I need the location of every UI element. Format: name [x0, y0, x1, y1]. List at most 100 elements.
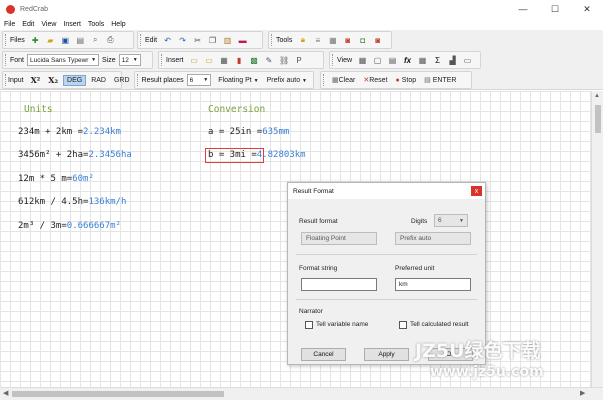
- result-value: 0.666667m²: [66, 221, 121, 231]
- menu-edit[interactable]: Edit: [22, 21, 34, 28]
- result-format-label: Result format: [299, 218, 338, 225]
- clear-button[interactable]: ▦Clear: [329, 75, 358, 85]
- vertical-scroll-thumb[interactable]: [595, 105, 601, 133]
- chevron-down-icon: ▼: [203, 77, 209, 83]
- units-line[interactable]: 612km / 4.5h=136km/h: [18, 197, 126, 207]
- insert-chart-icon[interactable]: ▮: [233, 54, 246, 67]
- print-preview-icon[interactable]: ▤: [74, 34, 87, 47]
- layout-view-icon[interactable]: ▤: [386, 54, 399, 67]
- preferred-unit-input[interactable]: km: [395, 278, 471, 291]
- units-line[interactable]: 12m * 5 m=60m²: [18, 174, 94, 184]
- insert-text-icon[interactable]: ▭: [188, 54, 201, 67]
- menu-file[interactable]: File: [4, 21, 15, 28]
- insert-toolbar: Insert ▭ ▭ ▦ ▮ ▩ ✎ ⛓ P: [158, 51, 324, 69]
- size-select[interactable]: 12 ▼: [118, 54, 141, 66]
- expression: 612km / 4.5h=: [18, 197, 89, 207]
- format-string-input[interactable]: [301, 278, 377, 291]
- prefix-auto-select[interactable]: Prefix auto: [395, 232, 471, 245]
- maximize-button[interactable]: ☐: [539, 0, 571, 18]
- deg-button[interactable]: DEG: [63, 74, 87, 86]
- format-string-label: Format string: [299, 265, 338, 272]
- stop-button[interactable]: ● Stop: [393, 76, 420, 85]
- format-tool-icon[interactable]: ◙: [371, 34, 384, 47]
- tell-variable-name-checkbox[interactable]: [305, 321, 313, 329]
- subscript-button[interactable]: X₂: [45, 74, 61, 86]
- insert-label: Insert: [166, 56, 184, 64]
- horizontal-scroll-thumb[interactable]: [12, 391, 224, 397]
- table-icon[interactable]: ▦: [326, 34, 339, 47]
- units-line[interactable]: 234m + 2km =2.234km: [18, 127, 121, 137]
- frame-view-icon[interactable]: ▢: [371, 54, 384, 67]
- digits-select[interactable]: 6 ▼: [434, 214, 468, 227]
- insert-table-icon[interactable]: ▦: [218, 54, 231, 67]
- prefix-auto-dropdown[interactable]: Prefix auto ▼: [264, 76, 310, 85]
- print-icon[interactable]: ⎙: [104, 34, 117, 47]
- menu-view[interactable]: View: [41, 21, 56, 28]
- watermark-url: www.jz5u.com: [430, 364, 544, 380]
- horizontal-scrollbar[interactable]: ◀ ▶: [0, 387, 603, 400]
- cut-icon[interactable]: ✂: [191, 34, 204, 47]
- input-toolbar: Input X² X₂ DEG RAD GRD: [2, 71, 130, 89]
- floating-pt-dropdown[interactable]: Floating Pt ▼: [215, 76, 261, 85]
- units-line[interactable]: 3456m² + 2ha=2.3456ha: [18, 150, 132, 160]
- new-file-icon[interactable]: ✚: [29, 34, 42, 47]
- vertical-scrollbar[interactable]: ▲: [591, 91, 603, 387]
- scroll-right-icon[interactable]: ▶: [580, 389, 585, 397]
- rad-button[interactable]: RAD: [88, 76, 109, 85]
- dialog-title-bar: Result Format: [288, 183, 485, 199]
- open-folder-icon[interactable]: ▰: [44, 34, 57, 47]
- tell-calculated-result-checkbox[interactable]: [399, 321, 407, 329]
- cancel-button[interactable]: Cancel: [301, 348, 346, 361]
- function-icon[interactable]: fx: [401, 54, 414, 67]
- result-value: 60m²: [72, 174, 94, 184]
- redo-icon[interactable]: ↷: [176, 34, 189, 47]
- reset-button[interactable]: ✕Reset: [360, 75, 390, 85]
- grd-button[interactable]: GRD: [111, 76, 133, 85]
- scroll-up-icon[interactable]: ▲: [594, 93, 600, 99]
- insert-p-icon[interactable]: P: [293, 54, 306, 67]
- grid-view-icon[interactable]: ▦: [356, 54, 369, 67]
- paste-icon[interactable]: ▥: [221, 34, 234, 47]
- save-icon[interactable]: ▣: [59, 34, 72, 47]
- close-window-button[interactable]: ✕: [571, 0, 603, 18]
- list-icon[interactable]: ≡: [311, 34, 324, 47]
- zoom-icon[interactable]: ⌕: [89, 34, 102, 47]
- conversion-line[interactable]: a = 25in =635mm: [208, 127, 289, 137]
- insert-pen-icon[interactable]: ✎: [263, 54, 276, 67]
- font-select[interactable]: Lucida Sans Typewr ▼: [27, 54, 100, 66]
- calc-view-icon[interactable]: ▭: [461, 54, 474, 67]
- redcrab-tool-icon[interactable]: ◙: [341, 34, 354, 47]
- result-value: 2.234km: [83, 127, 121, 137]
- floating-point-value: Floating Point: [306, 235, 346, 242]
- apply-button[interactable]: Apply: [364, 348, 409, 361]
- insert-link-icon[interactable]: ⛓: [278, 54, 291, 67]
- delete-icon[interactable]: ▬: [236, 34, 249, 47]
- insert-image-icon[interactable]: ▭: [203, 54, 216, 67]
- superscript-button[interactable]: X²: [28, 74, 44, 86]
- window-title: RedCrab: [20, 5, 49, 13]
- menu-help[interactable]: Help: [111, 21, 125, 28]
- chart-view-icon[interactable]: ▟: [446, 54, 459, 67]
- undo-icon[interactable]: ↶: [161, 34, 174, 47]
- copy-icon[interactable]: ❐: [206, 34, 219, 47]
- matrix-icon[interactable]: ▦: [416, 54, 429, 67]
- title-bar: RedCrab — ☐ ✕: [0, 0, 603, 18]
- result-value: 635mm: [262, 127, 290, 137]
- dialog-close-button[interactable]: x: [471, 186, 482, 196]
- units-line[interactable]: 2m³ / 3m=0.666667m²: [18, 221, 121, 231]
- lock-icon[interactable]: 🔒︎: [296, 34, 309, 47]
- floating-point-select[interactable]: Floating Point: [301, 232, 377, 245]
- enter-icon: ▤: [424, 77, 431, 84]
- enter-button[interactable]: ▤ ENTER: [421, 75, 459, 85]
- menu-insert[interactable]: Insert: [63, 21, 81, 28]
- minimize-button[interactable]: —: [507, 0, 539, 18]
- size-label: Size: [102, 56, 116, 64]
- insert-picture-icon[interactable]: ▩: [248, 54, 261, 67]
- color-tool-icon[interactable]: ◘: [356, 34, 369, 47]
- sum-icon[interactable]: Σ: [431, 54, 444, 67]
- expression: a = 25in =: [208, 127, 263, 137]
- font-label: Font: [10, 56, 25, 64]
- menu-tools[interactable]: Tools: [88, 21, 104, 28]
- result-places-select[interactable]: 6 ▼: [186, 74, 212, 86]
- scroll-left-icon[interactable]: ◀: [3, 389, 8, 397]
